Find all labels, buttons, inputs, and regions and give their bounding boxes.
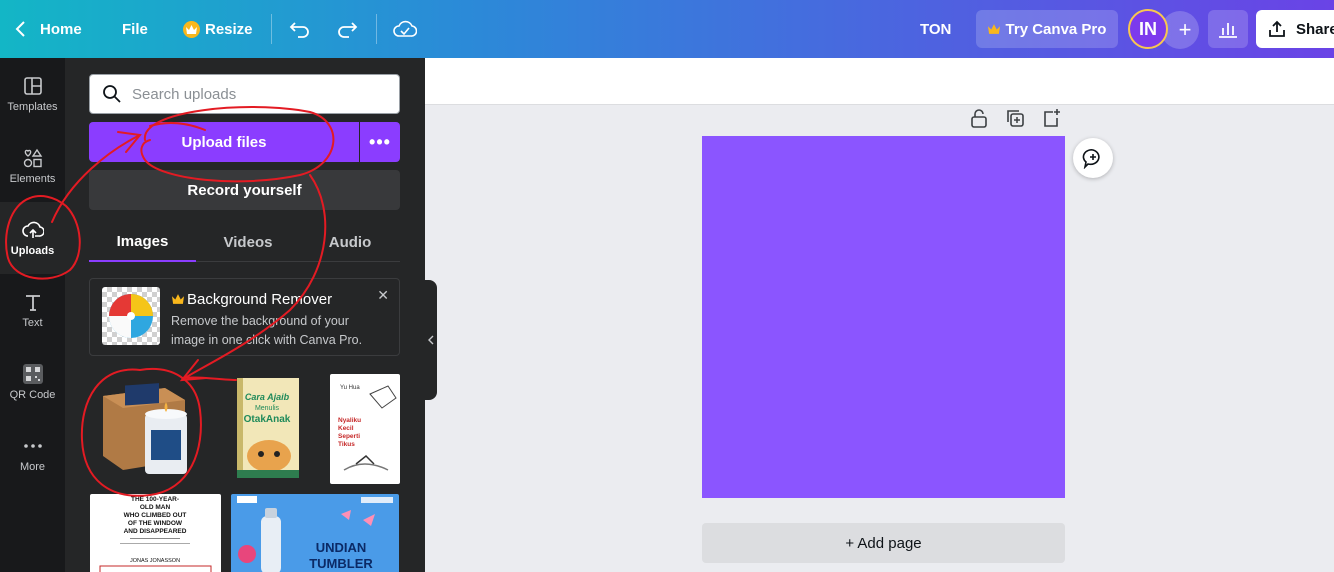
search-input[interactable] — [132, 85, 382, 103]
media-tabs: Images Videos Audio — [89, 222, 400, 262]
lock-icon[interactable] — [969, 108, 989, 128]
top-bar: Home File Resize TON Try Canva Pro + IN … — [0, 0, 1334, 58]
svg-text:THE 100-YEAR-: THE 100-YEAR- — [131, 496, 179, 503]
share-button[interactable]: Share — [1256, 10, 1334, 48]
duplicate-page-icon[interactable] — [1005, 108, 1025, 128]
redo-icon — [338, 22, 358, 38]
svg-text:Menulis: Menulis — [255, 405, 280, 412]
home-button[interactable]: Home — [14, 0, 82, 58]
text-icon — [25, 295, 40, 311]
resize-label: Resize — [205, 20, 253, 38]
nav-label: Text — [22, 317, 43, 329]
more-icon — [23, 444, 42, 448]
templates-icon — [23, 77, 42, 95]
svg-text:UNDIAN: UNDIAN — [316, 540, 367, 555]
undo-icon — [289, 22, 309, 38]
background-remover-promo[interactable]: Background Remover Remove the background… — [89, 278, 400, 356]
nav-label: QR Code — [9, 389, 56, 401]
nav-elements[interactable]: Elements — [0, 130, 65, 202]
page-tools — [969, 108, 1061, 128]
design-canvas-area: + Add page — [425, 58, 1334, 572]
add-page-button[interactable]: + Add page — [702, 523, 1065, 563]
comment-add-icon — [1082, 149, 1100, 169]
svg-text:WHO CLIMBED OUT: WHO CLIMBED OUT — [124, 512, 187, 519]
svg-text:Yu Hua: Yu Hua — [340, 385, 360, 391]
nav-label: Uploads — [10, 245, 55, 257]
promo-description: Remove the background of your image in o… — [171, 314, 363, 347]
search-box[interactable] — [89, 74, 400, 114]
resize-button[interactable]: Resize — [183, 0, 253, 58]
upload-files-button[interactable]: Upload files — [89, 122, 359, 162]
side-nav: Templates Elements Uploads Text QR Code … — [0, 58, 65, 572]
insights-button[interactable] — [1208, 10, 1248, 48]
avatar[interactable]: IN — [1128, 9, 1168, 49]
crown-icon — [183, 20, 200, 38]
file-menu[interactable]: File — [122, 0, 148, 58]
nav-uploads[interactable]: Uploads — [0, 202, 65, 274]
uploads-panel: Upload files ••• Record yourself Images … — [65, 58, 425, 572]
undo-button[interactable] — [286, 17, 314, 41]
record-yourself-button[interactable]: Record yourself — [89, 170, 400, 210]
nav-more[interactable]: More — [0, 418, 65, 490]
file-label: File — [122, 20, 148, 38]
collapse-panel-handle[interactable] — [425, 280, 437, 400]
add-page-icon[interactable] — [1041, 108, 1061, 128]
try-pro-label: Try Canva Pro — [1005, 20, 1107, 38]
plus-icon: + — [1178, 17, 1192, 42]
share-label: Share — [1296, 20, 1334, 38]
svg-text:AND DISAPPEARED: AND DISAPPEARED — [124, 528, 187, 535]
share-icon — [1269, 20, 1285, 37]
upload-thumbnail-book-100-year-old-man[interactable]: THE 100-YEAR- OLD MAN WHO CLIMBED OUT OF… — [90, 494, 221, 572]
svg-text:Seperti: Seperti — [338, 433, 360, 440]
cloud-saved-icon — [393, 20, 417, 37]
try-canva-pro-button[interactable]: Try Canva Pro — [976, 10, 1118, 48]
promo-title: Background Remover — [172, 291, 332, 308]
svg-text:Nyaliku: Nyaliku — [338, 417, 361, 424]
redo-button[interactable] — [333, 17, 361, 41]
promo-title-text: Background Remover — [187, 291, 333, 308]
nav-label: More — [19, 461, 46, 473]
home-label: Home — [40, 20, 82, 38]
qr-code-icon — [22, 364, 43, 384]
svg-text:Cara Ajaib: Cara Ajaib — [245, 392, 290, 402]
svg-text:JONAS JONASSON: JONAS JONASSON — [130, 558, 180, 564]
svg-text:OF THE WINDOW: OF THE WINDOW — [128, 520, 183, 527]
upload-thumbnail-undian-tumbler[interactable]: UNDIAN TUMBLER — [231, 494, 399, 572]
close-icon[interactable]: ✕ — [377, 287, 389, 304]
upload-thumbnail-book-cara-ajaib[interactable]: Cara Ajaib Menulis OtakAnak — [231, 374, 301, 484]
upload-thumbnail-book-nyaliku[interactable]: Yu Hua Nyaliku Kecil Seperti Tikus — [330, 374, 400, 484]
svg-text:Kecil: Kecil — [338, 425, 354, 432]
nav-label: Elements — [9, 173, 56, 185]
design-page[interactable] — [702, 136, 1065, 498]
nav-qr-code[interactable]: QR Code — [0, 346, 65, 418]
crown-icon — [987, 24, 1000, 34]
search-icon — [103, 85, 121, 103]
save-status-button[interactable] — [391, 16, 419, 42]
divider — [376, 14, 377, 44]
elements-icon — [23, 148, 42, 168]
nav-templates[interactable]: Templates — [0, 58, 65, 130]
svg-text:OLD MAN: OLD MAN — [140, 504, 171, 511]
upload-options-button[interactable]: ••• — [360, 122, 400, 162]
divider — [271, 14, 272, 44]
chevron-left-icon — [428, 335, 434, 345]
beach-ball-thumbnail — [102, 287, 160, 345]
cloud-upload-icon — [21, 221, 44, 238]
bar-chart-icon — [1219, 23, 1237, 38]
svg-text:Tikus: Tikus — [338, 441, 355, 448]
canvas-toolbar — [425, 58, 1334, 105]
nav-text[interactable]: Text — [0, 274, 65, 346]
tab-audio[interactable]: Audio — [300, 222, 400, 262]
chevron-left-icon — [15, 21, 25, 37]
tab-videos[interactable]: Videos — [196, 222, 300, 262]
crown-icon — [172, 294, 184, 304]
svg-text:OtakAnak: OtakAnak — [244, 414, 291, 425]
svg-text:TUMBLER: TUMBLER — [309, 556, 373, 571]
nav-label: Templates — [7, 101, 58, 113]
upload-thumbnail-candle[interactable] — [89, 374, 221, 484]
tab-images[interactable]: Images — [89, 222, 196, 262]
document-title[interactable]: TON — [920, 0, 951, 58]
add-comment-button[interactable] — [1073, 138, 1113, 178]
